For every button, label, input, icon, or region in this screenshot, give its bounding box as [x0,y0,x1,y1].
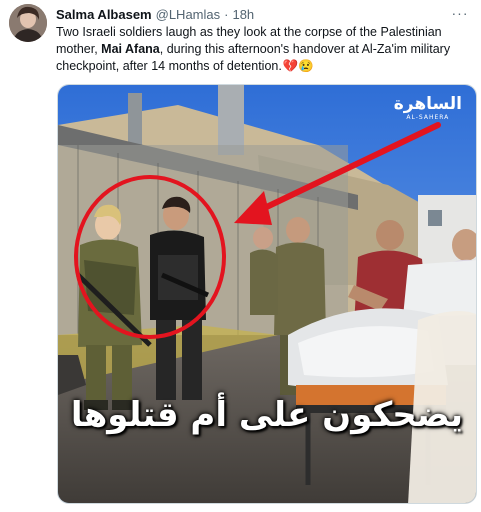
emoji-broken-heart-crying: 💔😢 [282,59,314,73]
photo-caption-arabic: يضحكون على أم قتلوها [70,395,464,435]
watermark-arabic: الساهرة [393,94,462,114]
tweet-header: Salma Albasem @LHamlas · 18h [56,5,445,23]
tweet-media-photo[interactable]: الساهرة AL-SAHERA يضحكون على أم قتلوها [57,84,477,504]
tweet-card[interactable]: Salma Albasem @LHamlas · 18h ··· Two Isr… [0,0,481,512]
watermark-latin: AL-SAHERA [406,114,450,121]
author-handle[interactable]: @LHamlas [156,7,221,22]
timestamp[interactable]: 18h [232,7,254,22]
more-options-icon[interactable]: ··· [449,4,471,22]
tweet-text-bold-name[interactable]: Mai Afana [101,42,160,56]
watermark-logo: الساهرة AL-SAHERA [394,95,462,122]
tweet-text: Two Israeli soldiers laugh as they look … [56,24,466,75]
avatar[interactable] [9,4,47,42]
separator-dot: · [224,6,229,22]
author-name[interactable]: Salma Albasem [56,7,152,22]
photo-scene [58,85,476,503]
